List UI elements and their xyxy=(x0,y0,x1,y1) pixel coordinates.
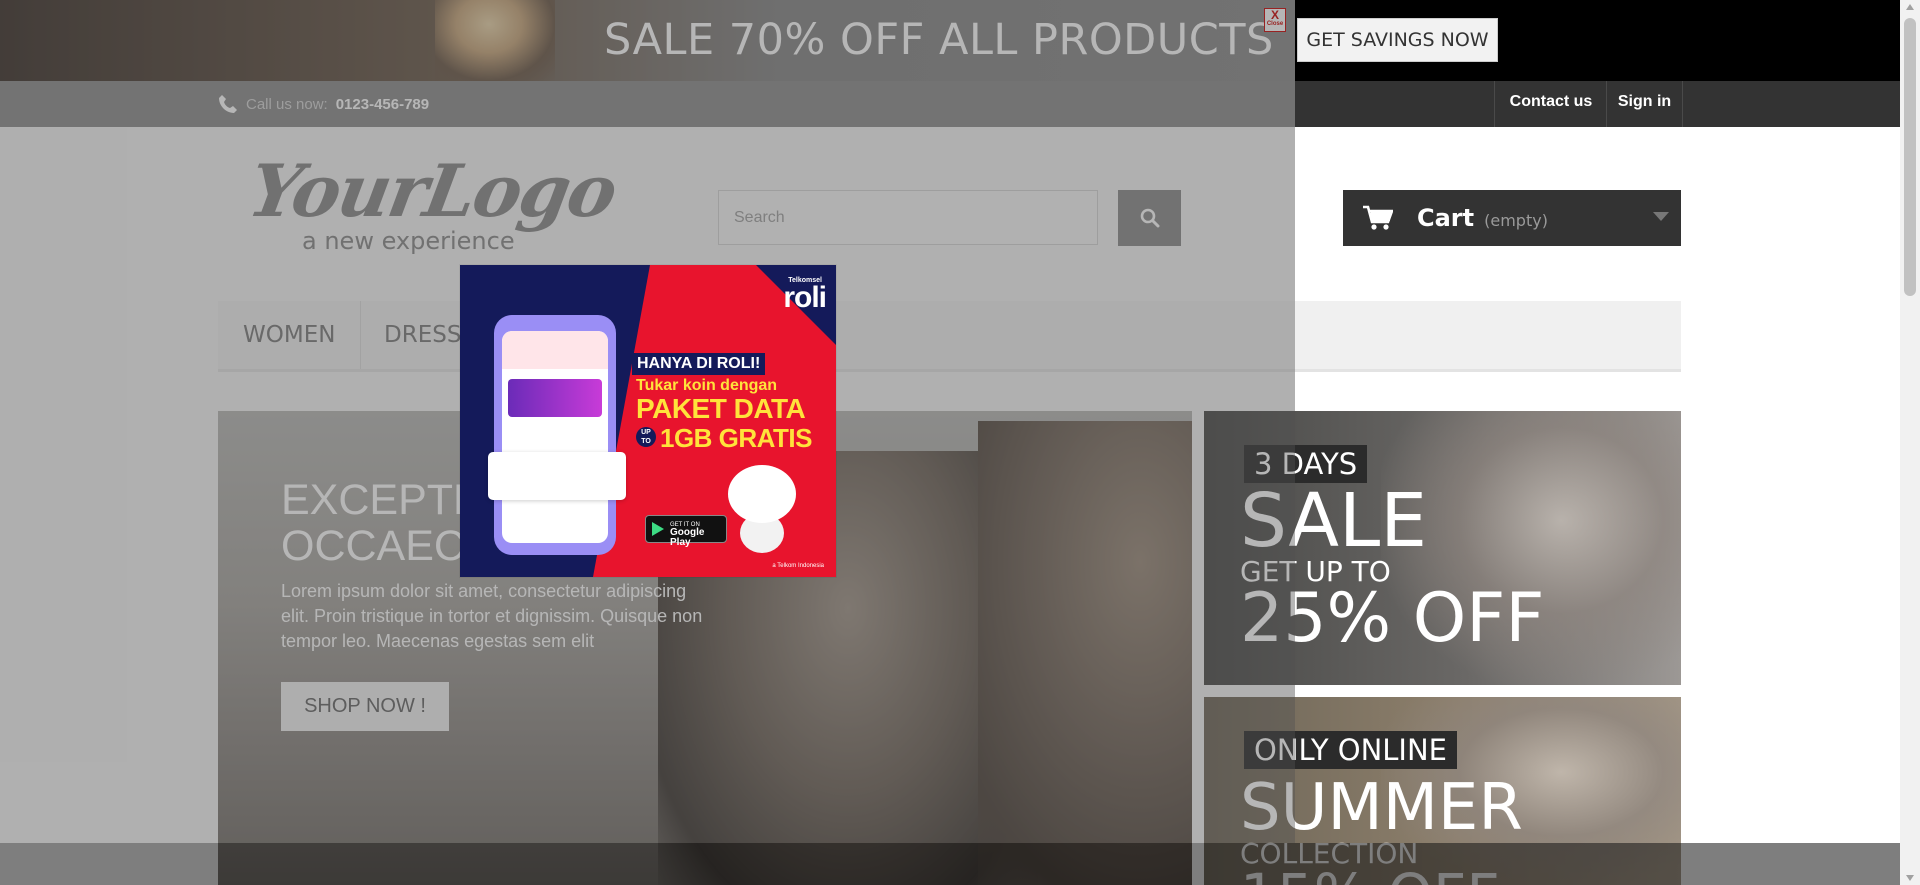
ad-phone-card xyxy=(488,452,626,500)
main-menu: WOMEN DRESSES xyxy=(218,301,1681,372)
play-store-icon xyxy=(652,522,664,536)
google-play-button[interactable]: GET IT ON Google Play xyxy=(645,515,727,548)
ad-mascot-head xyxy=(728,465,796,523)
call-label: Call us now: xyxy=(246,95,328,113)
hero-text: Lorem ipsum dolor sit amet, consectetur … xyxy=(281,581,703,651)
sign-in-link[interactable]: Sign in xyxy=(1606,81,1683,127)
promo-close-button[interactable]: X Close xyxy=(1264,8,1286,32)
promo-title: SALE 70% OFF ALL PRODUCTS xyxy=(604,15,1274,65)
ad-popup[interactable]: Telkomsel roli HANYA DI ROLI! Tukar koin… xyxy=(460,265,836,577)
banner-sale-title: SALE xyxy=(1240,478,1427,564)
ad-offer-title: PAKET DATA xyxy=(636,393,806,424)
banner-summer-tag: ONLY ONLINE xyxy=(1244,731,1458,769)
page: SALE 70% OFF ALL PRODUCTS X Close GET SA… xyxy=(0,0,1900,885)
close-icon: X xyxy=(1270,8,1279,22)
scrollbar-thumb[interactable] xyxy=(1904,18,1916,296)
banner-sale[interactable]: 3 DAYS SALE GET UP TO 25% OFF xyxy=(1204,411,1681,685)
search-input[interactable] xyxy=(718,190,1098,245)
ad-brand-logo: roli xyxy=(783,281,827,314)
top-nav-bar-shade xyxy=(0,81,1295,127)
cart-button[interactable]: Cart (empty) xyxy=(1343,190,1681,246)
hero-image-man xyxy=(978,421,1192,885)
banner-sale-offer: 25% OFF xyxy=(1240,579,1545,658)
promo-banner[interactable]: SALE 70% OFF ALL PRODUCTS X Close GET SA… xyxy=(0,0,1900,81)
ad-screen-banner xyxy=(508,379,602,417)
ad-screen-header xyxy=(502,331,608,369)
ad-upto-badge: UP TO xyxy=(636,427,656,447)
contact-phone: Call us now: 0123-456-789 xyxy=(218,81,429,127)
scroll-down-arrow-icon[interactable] xyxy=(1906,875,1914,881)
ad-offer-amount: 1GB GRATIS xyxy=(660,423,812,453)
get-savings-button[interactable]: GET SAVINGS NOW xyxy=(1297,18,1498,62)
top-nav-bar: Call us now: 0123-456-789 Contact us Sig… xyxy=(0,81,1900,127)
search-button[interactable] xyxy=(1118,190,1181,246)
ad-mascot-image xyxy=(718,465,806,557)
chevron-down-icon xyxy=(1653,212,1669,221)
phone-icon xyxy=(219,95,237,113)
banner-summer-offer: 15% OFF xyxy=(1240,863,1500,885)
promo-model-image xyxy=(435,0,555,81)
page-scrollbar[interactable] xyxy=(1900,0,1920,885)
close-label: Close xyxy=(1266,21,1284,27)
contact-us-link[interactable]: Contact us xyxy=(1494,81,1607,127)
logo-tagline: a new experience xyxy=(302,227,515,255)
ad-phone-screen xyxy=(502,331,608,543)
menu-item-women[interactable]: WOMEN xyxy=(218,301,362,369)
site-logo[interactable]: YourLogo a new experience xyxy=(243,148,622,258)
logo-wordmark: YourLogo xyxy=(242,148,622,233)
phone-number: 0123-456-789 xyxy=(335,95,430,113)
scroll-up-arrow-icon[interactable] xyxy=(1906,4,1914,10)
promo-banner-image: SALE 70% OFF ALL PRODUCTS xyxy=(0,0,1295,81)
cart-icon xyxy=(1363,205,1393,230)
shop-now-button[interactable]: SHOP NOW ! xyxy=(281,682,449,731)
banner-summer[interactable]: ONLY ONLINE SUMMER COLLECTION 15% OFF xyxy=(1204,697,1681,885)
banner-summer-title: SUMMER xyxy=(1240,771,1523,845)
cart-label: Cart xyxy=(1417,204,1475,232)
cart-quantity: (empty) xyxy=(1484,210,1548,230)
ad-phone-image xyxy=(494,315,616,555)
ad-footer: a Telkom Indonesia xyxy=(772,563,824,569)
ad-headline: HANYA DI ROLI! xyxy=(632,353,766,375)
search-icon xyxy=(1140,208,1159,228)
